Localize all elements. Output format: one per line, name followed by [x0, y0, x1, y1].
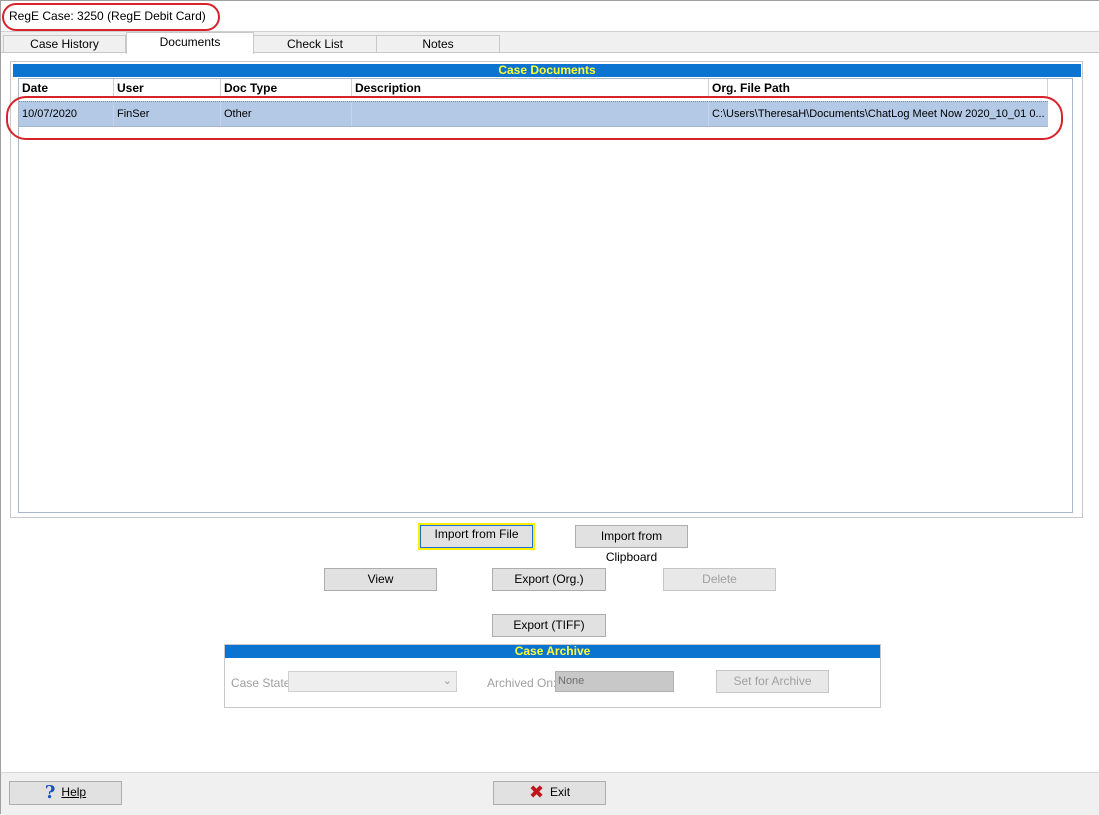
- red-x-icon: ✖: [528, 782, 545, 802]
- cell-file-path: C:\Users\TheresaH\Documents\ChatLog Meet…: [712, 108, 1045, 120]
- cell-doc-type: Other: [221, 102, 352, 126]
- tab-documents[interactable]: Documents: [126, 32, 254, 54]
- archived-on-label: Archived On:: [487, 676, 557, 690]
- set-for-archive-button[interactable]: Set for Archive: [716, 670, 829, 693]
- exit-button[interactable]: ✖ Exit: [493, 781, 606, 805]
- cell-user: FinSer: [114, 102, 221, 126]
- col-header-doc-type[interactable]: Doc Type: [221, 79, 352, 98]
- case-title-bar: RegE Case: 3250 (RegE Debit Card): [1, 1, 1099, 32]
- case-state-select[interactable]: ⌄: [288, 671, 457, 692]
- view-button[interactable]: View: [324, 568, 437, 591]
- col-header-description[interactable]: Description: [352, 79, 709, 98]
- case-window: RegE Case: 3250 (RegE Debit Card) Case H…: [0, 0, 1099, 815]
- export-tiff-button[interactable]: Export (TIFF): [492, 614, 606, 637]
- import-from-file-button[interactable]: Import from File: [418, 523, 535, 550]
- tab-notes[interactable]: Notes: [376, 35, 500, 53]
- chevron-down-icon: ⌄: [442, 675, 452, 687]
- export-org-button[interactable]: Export (Org.): [492, 568, 606, 591]
- col-header-user[interactable]: User: [114, 79, 221, 98]
- tab-case-history[interactable]: Case History: [3, 35, 126, 53]
- case-documents-header: Case Documents: [13, 64, 1081, 77]
- documents-grid[interactable]: Date User Doc Type Description Org. File…: [18, 78, 1073, 513]
- delete-button[interactable]: Delete: [663, 568, 776, 591]
- import-from-clipboard-button[interactable]: Import from Clipboard: [575, 525, 688, 564]
- cell-description: [352, 102, 709, 126]
- archived-on-field[interactable]: None: [555, 671, 674, 692]
- tab-check-list[interactable]: Check List: [253, 35, 377, 53]
- table-row[interactable]: 10/07/2020 FinSer Other C:\Users\Theresa…: [19, 101, 1048, 127]
- help-button[interactable]: ? Help: [9, 781, 122, 805]
- cell-date: 10/07/2020: [19, 102, 114, 126]
- case-state-label: Case State: [231, 676, 291, 690]
- tab-bar: Case History Documents Check List Notes: [1, 32, 1099, 54]
- exit-label: Exit: [550, 785, 571, 799]
- help-label: Help: [61, 785, 87, 799]
- question-mark-icon: ?: [44, 782, 56, 803]
- grid-header-row: Date User Doc Type Description Org. File…: [19, 79, 1048, 98]
- case-title: RegE Case: 3250 (RegE Debit Card): [9, 9, 206, 23]
- col-header-date[interactable]: Date: [19, 79, 114, 98]
- case-archive-header: Case Archive: [225, 645, 880, 658]
- col-header-file-path[interactable]: Org. File Path: [709, 79, 1048, 98]
